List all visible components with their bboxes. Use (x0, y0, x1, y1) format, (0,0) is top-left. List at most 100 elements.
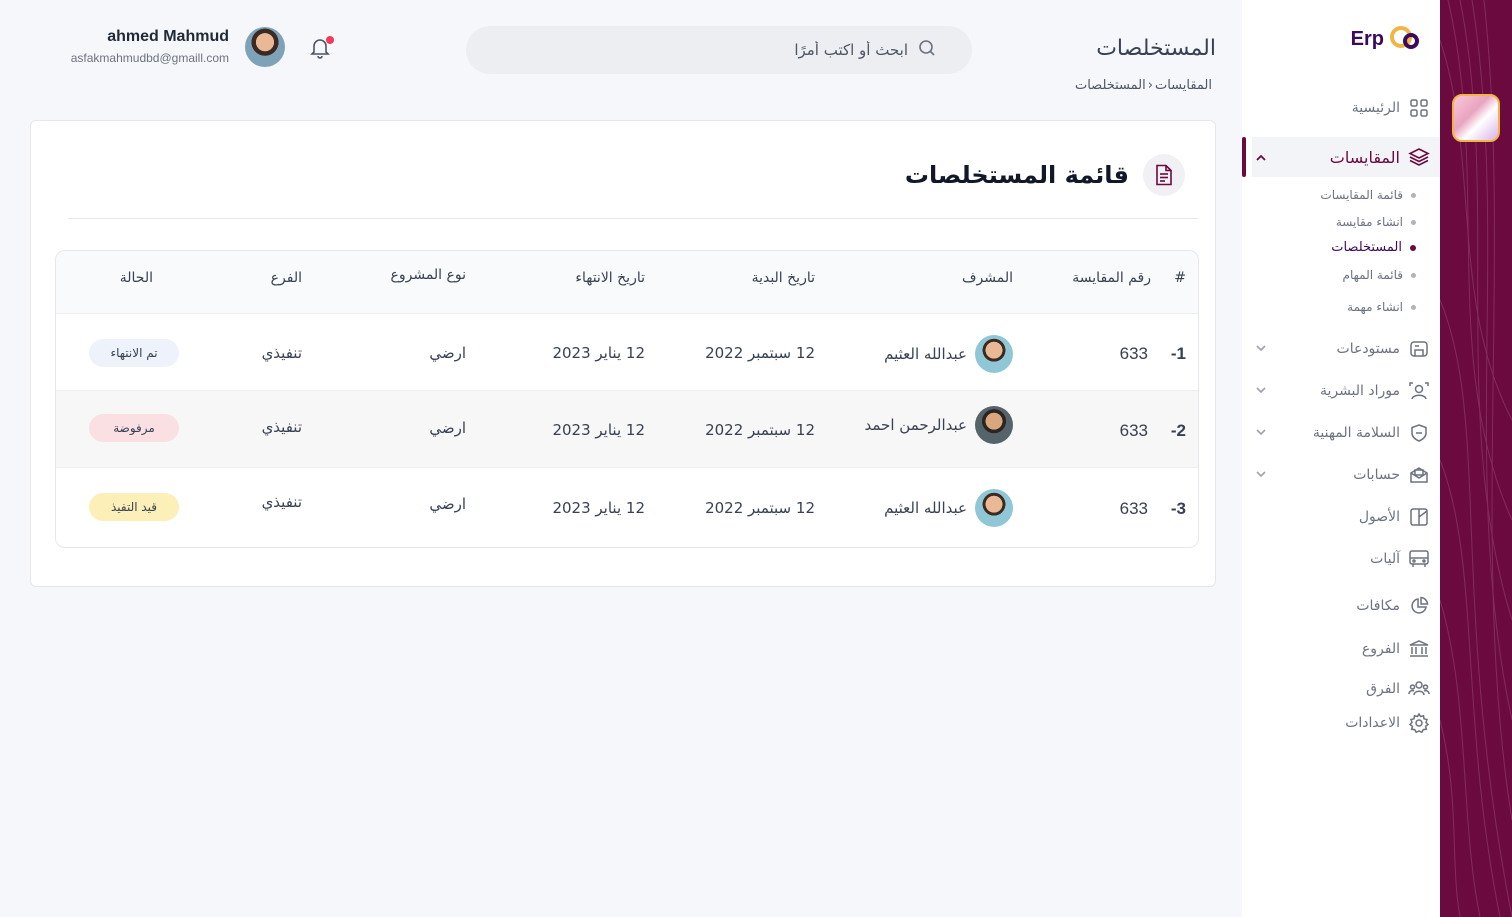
row-start-date: 12 سبتمبر 2022 (705, 344, 815, 362)
app-thumbnail[interactable] (1452, 94, 1500, 142)
search-input[interactable] (508, 41, 908, 59)
subitem-create-estimate[interactable]: انشاء مقايسة (1336, 215, 1416, 229)
supervisor-avatar (975, 489, 1013, 527)
sidebar-item-accounts[interactable]: حسابات (1252, 459, 1430, 491)
logo-mark-icon (1390, 24, 1424, 54)
subitem-label: انشاء مقايسة (1335, 215, 1403, 229)
subitem-label: انشاء مهمة (1347, 300, 1403, 314)
sidebar: Erp الرئيسية المقايسات قائمة المقايسات ا… (1242, 0, 1440, 917)
row-supervisor: عبدالرحمن احمد (865, 406, 1013, 444)
sidebar-item-home[interactable]: الرئيسية (1252, 92, 1430, 124)
chevron-up-icon[interactable] (1254, 150, 1268, 164)
sidebar-item-label: مستودعات (1336, 341, 1400, 357)
chevron-down-icon[interactable] (1254, 383, 1268, 397)
extracts-table: # رقم المقايسة المشرف تاريخ البدية تاريخ… (55, 250, 1199, 548)
sidebar-item-settings[interactable]: الاعدادات (1252, 707, 1430, 739)
warehouse-icon (1408, 338, 1430, 360)
subitem-tasks-list[interactable]: قائمة المهام (1343, 268, 1416, 282)
layers-icon (1408, 146, 1430, 168)
column-header-index: # (1174, 270, 1186, 286)
column-header-start-date: تاريخ البدية (751, 270, 815, 286)
row-project-type: ارضي (429, 344, 466, 362)
sidebar-item-teams[interactable]: الفرق (1252, 673, 1430, 705)
chevron-down-icon[interactable] (1254, 341, 1268, 355)
card-header: قائمة المستخلصات (905, 154, 1185, 196)
sidebar-item-label: الفروع (1361, 641, 1400, 657)
notification-button[interactable] (306, 33, 334, 61)
sidebar-item-safety[interactable]: السلامة المهنية (1252, 417, 1430, 449)
breadcrumb-current: المستخلصات (1074, 78, 1146, 93)
subitem-create-task[interactable]: انشاء مهمة (1347, 300, 1416, 314)
column-header-status: الحالة (119, 270, 153, 286)
row-end-date: 12 يناير 2023 (552, 421, 645, 439)
row-project-type: ارضي (429, 495, 466, 513)
sidebar-item-hr[interactable]: موراد البشرية (1252, 375, 1430, 407)
sidebar-item-label: الرئيسية (1351, 100, 1400, 116)
subitem-label: قائمة المهام (1342, 268, 1403, 282)
column-header-project-type: نوع المشروع (390, 267, 466, 283)
row-number: 633 (1119, 499, 1148, 518)
sidebar-item-estimates[interactable]: المقايسات (1252, 137, 1440, 177)
gear-icon (1408, 712, 1430, 734)
supervisor-name: عبدالله العثيم (884, 499, 967, 517)
sidebar-item-label: موراد البشرية (1319, 383, 1400, 399)
decorative-side-strip (1440, 0, 1512, 917)
column-header-number: رقم المقايسة (1072, 270, 1151, 286)
document-icon (1143, 154, 1185, 196)
status-badge: مرفوضة (89, 414, 179, 442)
assets-icon (1408, 506, 1430, 528)
row-index: 2- (1170, 421, 1186, 440)
bell-icon (306, 39, 334, 65)
row-number: 633 (1119, 344, 1148, 363)
row-start-date: 12 سبتمبر 2022 (705, 499, 815, 517)
row-supervisor: عبدالله العثيم (884, 489, 1013, 527)
breadcrumb: المقايسات ‹ المستخلصات (1075, 78, 1212, 93)
search-bar (466, 26, 972, 74)
sidebar-item-warehouses[interactable]: مستودعات (1252, 333, 1430, 365)
sidebar-item-branches[interactable]: الفروع (1252, 633, 1430, 665)
notification-badge (326, 36, 334, 44)
sidebar-item-label: الاعدادات (1345, 715, 1400, 731)
sidebar-item-rewards[interactable]: مكافات (1252, 590, 1430, 622)
chevron-down-icon[interactable] (1254, 425, 1268, 439)
row-branch: تنفيذي (261, 493, 302, 511)
table-row[interactable]: 1- 633 عبدالله العثيم 12 سبتمبر 2022 12 … (56, 314, 1198, 391)
extracts-card: قائمة المستخلصات # رقم المقايسة المشرف ت… (30, 120, 1216, 587)
grid-icon (1408, 97, 1430, 119)
search-icon (918, 39, 936, 61)
row-branch: تنفيذي (261, 418, 302, 436)
pie-icon (1408, 595, 1430, 617)
sidebar-item-label: السلامة المهنية (1312, 425, 1400, 441)
card-title: قائمة المستخلصات (904, 161, 1129, 189)
column-header-supervisor: المشرف (962, 270, 1013, 286)
sidebar-item-vehicles[interactable]: آليات (1252, 543, 1430, 575)
active-indicator (1242, 137, 1246, 177)
app-logo[interactable]: Erp (1351, 24, 1424, 54)
breadcrumb-separator-icon: ‹ (1147, 78, 1153, 93)
row-supervisor: عبدالله العثيم (884, 335, 1013, 373)
shield-icon (1408, 422, 1430, 444)
sidebar-item-label: آليات (1370, 551, 1400, 567)
sidebar-item-assets[interactable]: الأصول (1252, 501, 1430, 533)
breadcrumb-item[interactable]: المقايسات (1155, 78, 1212, 93)
divider (68, 218, 1198, 219)
table-row[interactable]: 2- 633 عبدالرحمن احمد 12 سبتمبر 2022 12 … (56, 391, 1198, 468)
row-index: 3- (1170, 499, 1186, 518)
subitem-extracts[interactable]: المستخلصات (1331, 240, 1416, 255)
user-email: asfakmahmudbd@gmaill.com (70, 51, 229, 65)
supervisor-name: عبدالله العثيم (884, 345, 967, 363)
chevron-down-icon[interactable] (1254, 467, 1268, 481)
sidebar-item-label: مكافات (1356, 598, 1400, 614)
sidebar-item-label: الفرق (1366, 681, 1400, 697)
sidebar-item-label: الأصول (1358, 509, 1400, 525)
avatar[interactable] (245, 27, 285, 67)
status-badge: تم الانتهاء (89, 339, 179, 367)
column-header-branch: الفرع (270, 270, 302, 286)
table-header: # رقم المقايسة المشرف تاريخ البدية تاريخ… (56, 251, 1198, 314)
row-index: 1- (1170, 344, 1186, 363)
table-row[interactable]: 3- 633 عبدالله العثيم 12 سبتمبر 2022 12 … (56, 468, 1198, 545)
subitem-label: قائمة المقايسات (1320, 188, 1403, 202)
bullet-icon (1411, 219, 1416, 225)
subitem-estimates-list[interactable]: قائمة المقايسات (1320, 188, 1416, 202)
supervisor-avatar (975, 335, 1013, 373)
